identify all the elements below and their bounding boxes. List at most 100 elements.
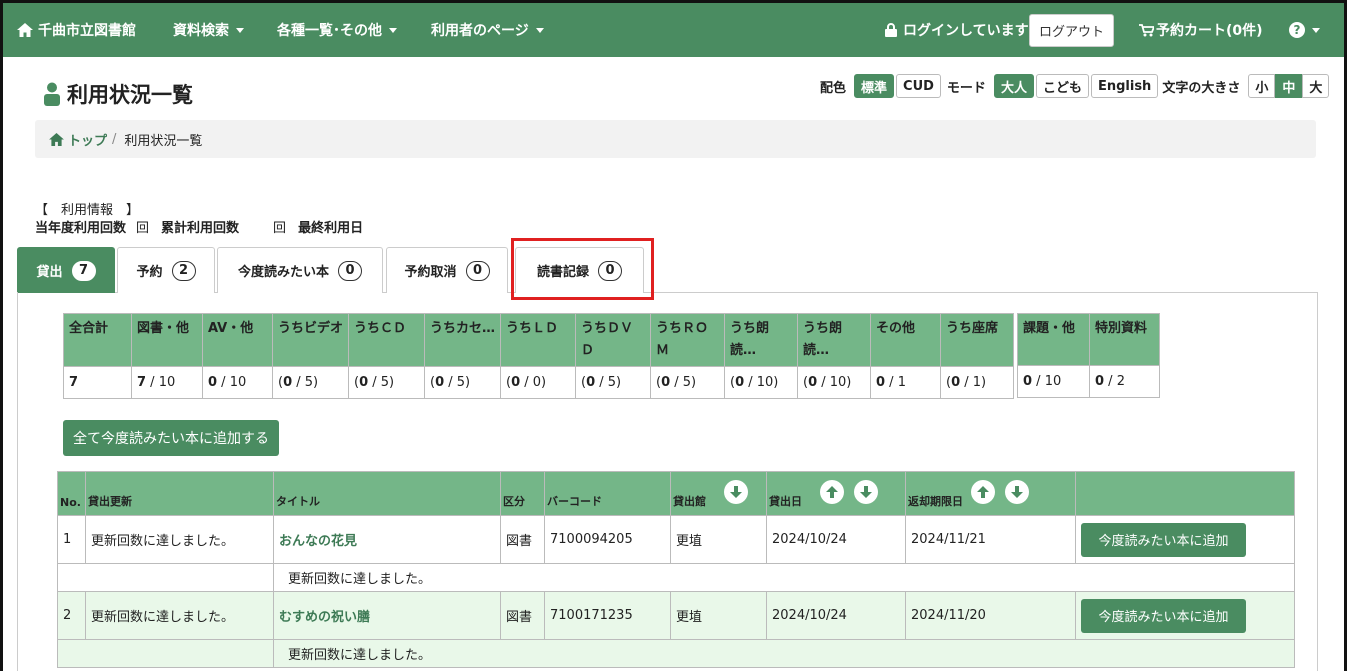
add-all-to-wishlist-button[interactable]: 全て今度読みたい本に追加する xyxy=(63,420,279,456)
nav-user-label: 利用者のページ xyxy=(431,23,529,39)
loan-summary-table: 全合計 図書・他 AV・他 うちビデオ うちＣＤ うちカセ… うちＬＤ うちＤＶ… xyxy=(63,313,1014,399)
summary-value-cell: (0 / 5) xyxy=(424,366,501,399)
summary-value-cell: (0 / 5) xyxy=(348,366,425,399)
nav-search-menu[interactable]: 資料検索 xyxy=(173,3,244,57)
tab-count-badge: 0 xyxy=(465,260,490,281)
font-size-label: 文字の大きさ xyxy=(1162,80,1241,96)
tab-label: 今度読みたい本 xyxy=(237,265,329,280)
tab-reservations[interactable]: 予約 2 xyxy=(117,247,215,293)
font-medium-button[interactable]: 中 xyxy=(1275,74,1303,98)
nav-lists-menu[interactable]: 各種一覧･その他 xyxy=(277,3,397,57)
last-usage-label: 最終利用日 xyxy=(298,221,364,236)
summary-header-cell: 特別資料 xyxy=(1089,313,1160,366)
book-title-link[interactable]: おんなの花見 xyxy=(279,534,357,549)
table-row: 2 更新回数に達しました。 むすめの祝い膳 図書 7100171235 更埴 2… xyxy=(57,591,1295,640)
help-menu[interactable]: ? xyxy=(1289,3,1320,57)
tab-want-to-read[interactable]: 今度読みたい本 0 xyxy=(217,247,383,293)
summary-value-cell: 0 / 1 xyxy=(870,366,941,399)
sort-up-arrow-icon[interactable] xyxy=(970,480,995,504)
breadcrumb-top-label: トップ xyxy=(68,133,108,149)
color-standard-button[interactable]: 標準 xyxy=(854,74,895,98)
year-usage-label: 当年度利用回数 xyxy=(35,221,127,236)
summary-header-cell: 全合計 xyxy=(63,313,132,367)
usage-info-heading: 【 利用情報 】 xyxy=(35,203,140,218)
nav-user-menu[interactable]: 利用者のページ xyxy=(431,3,544,57)
color-cud-button[interactable]: CUD xyxy=(896,74,941,98)
nav-home-link[interactable]: 千曲市立図書館 xyxy=(17,3,136,57)
column-header-type: 区分 xyxy=(500,471,545,516)
summary-header-cell: うちＲＯＭ xyxy=(650,313,725,367)
home-icon xyxy=(49,132,64,146)
sort-down-arrow-icon[interactable] xyxy=(853,480,878,504)
summary-header-cell: うち朗読… xyxy=(797,313,871,367)
sort-down-arrow-icon[interactable] xyxy=(1004,480,1029,504)
summary-value-cell: (0 / 5) xyxy=(650,366,725,399)
cart-label: 予約カート(0件) xyxy=(1156,23,1263,39)
total-usage-label: 累計利用回数 xyxy=(161,221,240,236)
tab-count-badge: 2 xyxy=(171,260,196,281)
total-usage-unit: 回 xyxy=(273,221,287,236)
cell-due-date: 2024/11/20 xyxy=(905,591,1076,640)
tab-count-badge: 0 xyxy=(338,260,362,281)
breadcrumb-top-link[interactable]: トップ xyxy=(49,130,107,149)
cell-empty xyxy=(57,563,274,592)
reservation-cart-link[interactable]: 予約カート(0件) xyxy=(1139,3,1263,57)
breadcrumb: トップ / 利用状況一覧 xyxy=(35,120,1316,158)
column-header-loan-date: 貸出日 xyxy=(766,471,906,516)
book-title-link[interactable]: むすめの祝い膳 xyxy=(279,610,370,625)
tab-cancelled[interactable]: 予約取消 0 xyxy=(386,247,508,293)
summary-header-cell: うち朗読… xyxy=(724,313,798,367)
nav-search-label: 資料検索 xyxy=(173,23,229,39)
cell-library: 更埴 xyxy=(670,515,767,564)
mode-kids-button[interactable]: こども xyxy=(1035,74,1089,98)
cell-no: 2 xyxy=(57,591,86,640)
top-navbar: 千曲市立図書館 資料検索 各種一覧･その他 利用者のページ ログインしています … xyxy=(3,3,1344,57)
summary-header-row: 全合計 図書・他 AV・他 うちビデオ うちＣＤ うちカセ… うちＬＤ うちＤＶ… xyxy=(63,313,1014,367)
summary-value-row: 7 7 / 10 0 / 10 (0 / 5) (0 / 5) (0 / 5) … xyxy=(63,366,1014,399)
cell-due-date: 2024/11/21 xyxy=(905,515,1076,564)
cell-action: 今度読みたい本に追加 xyxy=(1075,591,1295,640)
cell-action: 今度読みたい本に追加 xyxy=(1075,515,1295,564)
cell-library: 更埴 xyxy=(670,591,767,640)
year-usage-unit: 回 xyxy=(136,221,150,236)
column-header-barcode: バーコード xyxy=(544,471,671,516)
summary-value-cell: (0 / 1) xyxy=(940,366,1014,399)
tab-loans[interactable]: 貸出 7 xyxy=(17,247,115,293)
mode-adult-button[interactable]: 大人 xyxy=(993,74,1034,98)
sort-down-arrow-icon[interactable] xyxy=(723,480,748,504)
color-scheme-label: 配色 xyxy=(820,80,847,96)
caret-down-icon xyxy=(389,27,397,33)
column-header-library: 貸出館 xyxy=(670,471,767,516)
table-row-note: 更新回数に達しました。 xyxy=(57,563,1295,592)
font-small-button[interactable]: 小 xyxy=(1248,74,1276,98)
cell-renew-status: 更新回数に達しました。 xyxy=(85,591,274,640)
summary-header-cell: うちＬＤ xyxy=(500,313,576,367)
summary-value-cell: 0 / 10 xyxy=(1017,365,1090,398)
cell-type: 図書 xyxy=(500,591,545,640)
summary-value-cell: (0 / 0) xyxy=(500,366,576,399)
page-title-text: 利用状況一覧 xyxy=(67,83,193,107)
add-to-wishlist-button[interactable]: 今度読みたい本に追加 xyxy=(1081,522,1246,557)
loans-table: No. 貸出更新 タイトル 区分 バーコード 貸出館 貸出日 返却期限日 1 更… xyxy=(57,471,1295,668)
logout-button[interactable]: ログアウト xyxy=(1029,14,1114,47)
sort-up-arrow-icon[interactable] xyxy=(819,480,844,504)
english-button[interactable]: English xyxy=(1090,74,1159,98)
cell-barcode: 7100094205 xyxy=(544,515,671,564)
tab-count-badge: 7 xyxy=(71,260,96,281)
tab-label: 貸出 xyxy=(36,265,63,280)
summary-header-cell: うちＤＶＤ xyxy=(575,313,651,367)
cell-note: 更新回数に達しました。 xyxy=(273,639,1295,668)
summary-value-cell: 0 / 2 xyxy=(1089,365,1160,398)
cell-loan-date: 2024/10/24 xyxy=(766,591,906,640)
column-header-action xyxy=(1075,471,1295,516)
browser-frame: 千曲市立図書館 資料検索 各種一覧･その他 利用者のページ ログインしています … xyxy=(0,0,1347,671)
home-icon xyxy=(17,23,33,37)
cell-type: 図書 xyxy=(500,515,545,564)
font-large-button[interactable]: 大 xyxy=(1302,74,1330,98)
add-to-wishlist-button[interactable]: 今度読みたい本に追加 xyxy=(1081,598,1246,633)
breadcrumb-separator: / xyxy=(112,131,117,147)
login-status-label: ログインしています xyxy=(903,23,1029,39)
summary-header-cell: AV・他 xyxy=(202,313,273,367)
column-header-due-date: 返却期限日 xyxy=(905,471,1076,516)
cell-no: 1 xyxy=(57,515,86,564)
